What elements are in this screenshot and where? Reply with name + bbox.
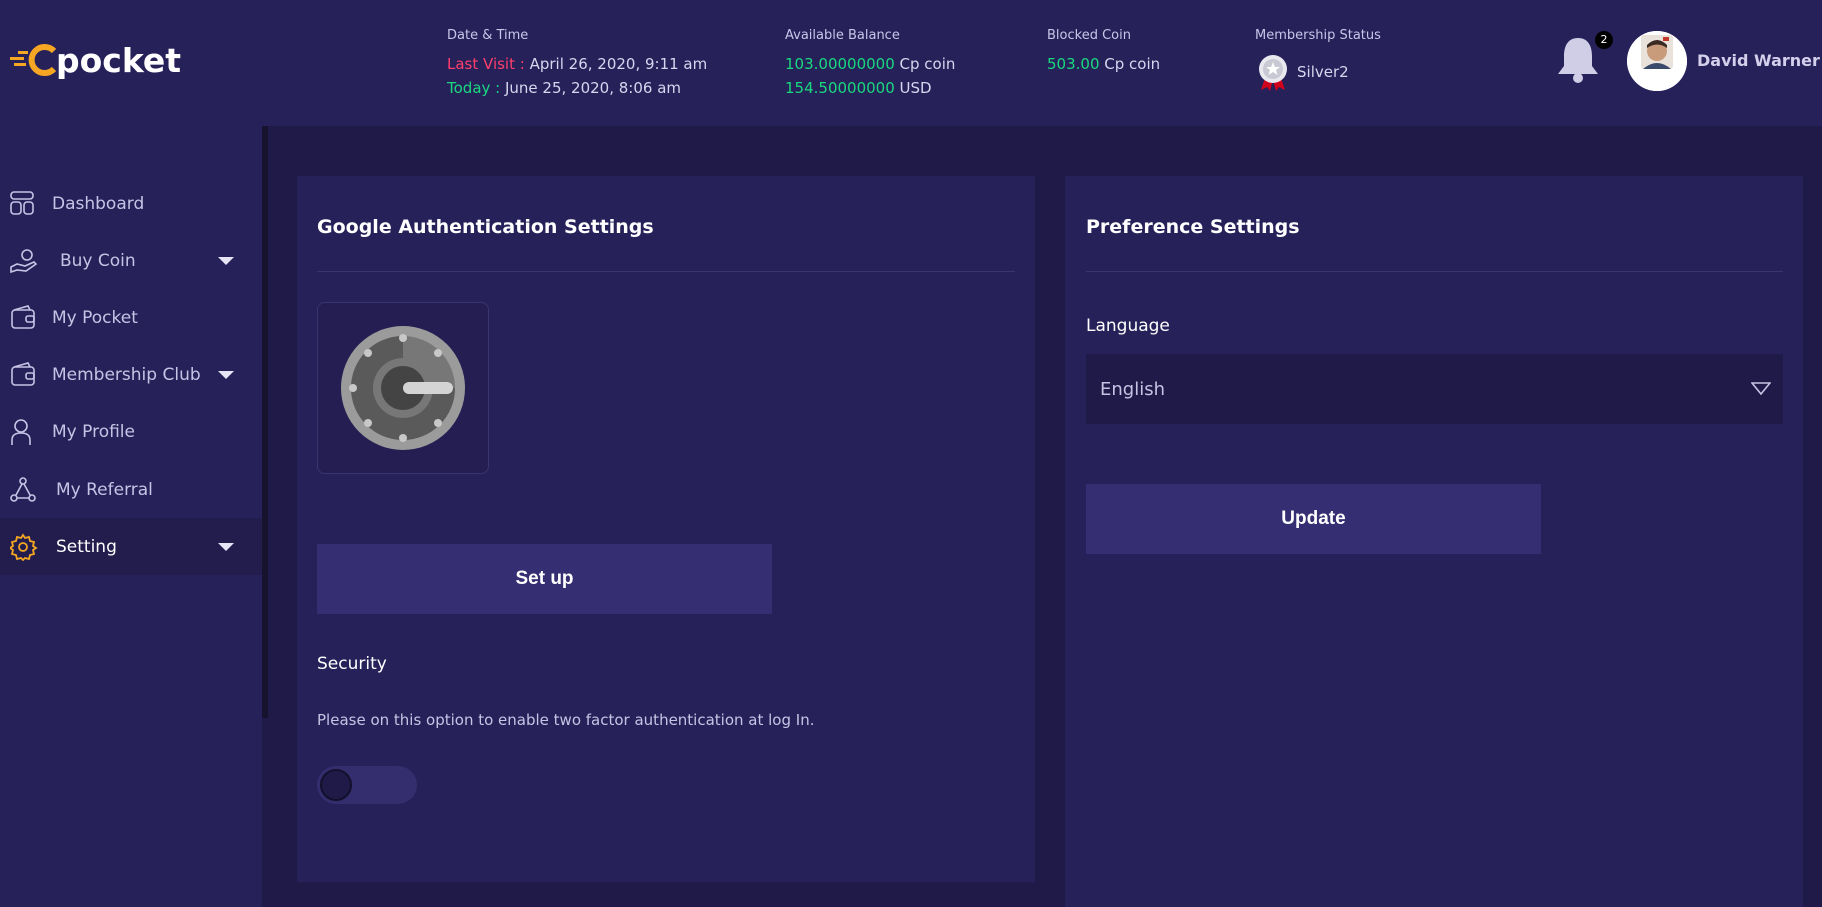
- sidebar: Dashboard Buy Coin My Pocket Membership …: [0, 126, 268, 907]
- balance-block: Available Balance 103.00000000 Cp coin 1…: [785, 28, 955, 100]
- chevron-down-icon[interactable]: [218, 542, 234, 551]
- divider: [1086, 271, 1783, 272]
- chevron-down-icon[interactable]: [218, 256, 234, 265]
- blocked-coin-block: Blocked Coin 503.00 Cp coin: [1047, 28, 1160, 76]
- gear-icon: [10, 532, 38, 561]
- usd-balance-amount: 154.50000000: [785, 79, 895, 97]
- sidebar-item-my-referral[interactable]: My Referral: [0, 461, 262, 518]
- chevron-down-icon: [1751, 382, 1771, 396]
- buy-coin-icon: [10, 248, 38, 273]
- language-select[interactable]: English: [1086, 354, 1783, 424]
- google-auth-title: Google Authentication Settings: [317, 216, 654, 238]
- divider: [317, 271, 1015, 272]
- logo-text: pocket: [56, 40, 182, 80]
- last-visit-value: April 26, 2020, 9:11 am: [529, 55, 708, 73]
- blocked-coin-label: Blocked Coin: [1047, 28, 1131, 43]
- today-label: Today :: [447, 79, 501, 97]
- sidebar-item-membership-club[interactable]: Membership Club: [0, 346, 262, 403]
- sidebar-item-dashboard[interactable]: Dashboard: [0, 175, 262, 232]
- datetime-label: Date & Time: [447, 28, 529, 43]
- sidebar-item-label: Membership Club: [52, 364, 201, 385]
- cp-balance-unit: Cp coin: [899, 55, 956, 73]
- sidebar-item-setting[interactable]: Setting: [0, 518, 268, 575]
- membership-block: Membership Status Silver2: [1255, 28, 1381, 92]
- wallet-icon: [11, 304, 35, 329]
- last-visit-label: Last Visit :: [447, 55, 525, 73]
- usd-balance-unit: USD: [899, 79, 932, 97]
- chevron-down-icon[interactable]: [218, 370, 234, 379]
- sidebar-item-label: Buy Coin: [60, 250, 136, 271]
- sidebar-item-my-pocket[interactable]: My Pocket: [0, 289, 262, 346]
- sidebar-item-label: Setting: [56, 536, 117, 557]
- user-icon: [11, 418, 31, 445]
- user-name[interactable]: David Warner: [1697, 51, 1820, 70]
- logo-mark-icon: [10, 44, 57, 76]
- toggle-knob: [320, 769, 352, 801]
- sidebar-item-label: My Profile: [52, 421, 135, 442]
- medal-icon: [1259, 55, 1287, 91]
- google-auth-card: Google Authentication Settings Set up Se…: [297, 176, 1035, 882]
- membership-label: Membership Status: [1255, 28, 1381, 43]
- app-root: pocket Date & Time Last Visit : April 26…: [0, 0, 1822, 907]
- membership-value: Silver2: [1297, 63, 1349, 81]
- security-description: Please on this option to enable two fact…: [317, 711, 815, 729]
- avatar[interactable]: [1627, 31, 1687, 91]
- cp-balance-amount: 103.00000000: [785, 55, 895, 73]
- logo[interactable]: pocket: [10, 40, 181, 80]
- membership-icon: [11, 361, 35, 386]
- notification-count-badge: 2: [1595, 31, 1613, 49]
- blocked-coin-amount: 503.00: [1047, 55, 1100, 73]
- preference-title: Preference Settings: [1086, 216, 1300, 238]
- preference-card: Preference Settings Language English Upd…: [1065, 176, 1803, 907]
- referral-icon: [10, 476, 36, 502]
- sidebar-item-buy-coin[interactable]: Buy Coin: [0, 232, 262, 289]
- update-button[interactable]: Update: [1086, 484, 1541, 554]
- membership-row: Silver2: [1255, 52, 1381, 92]
- sidebar-item-label: My Referral: [56, 479, 153, 500]
- language-selected-value: English: [1100, 378, 1165, 400]
- avatar-image: [1627, 31, 1687, 91]
- cp-balance-line: 103.00000000 Cp coin: [785, 52, 955, 76]
- today-value: June 25, 2020, 8:06 am: [504, 79, 682, 97]
- two-factor-toggle[interactable]: [317, 766, 417, 804]
- today-line: Today : June 25, 2020, 8:06 am: [447, 76, 707, 100]
- sidebar-item-label: Dashboard: [52, 193, 145, 214]
- language-label: Language: [1086, 316, 1170, 336]
- dashboard-icon: [10, 190, 34, 215]
- sidebar-item-label: My Pocket: [52, 307, 138, 328]
- usd-balance-line: 154.50000000 USD: [785, 76, 955, 100]
- sidebar-item-my-profile[interactable]: My Profile: [0, 403, 262, 460]
- setup-button[interactable]: Set up: [317, 544, 772, 614]
- top-header: pocket Date & Time Last Visit : April 26…: [0, 0, 1822, 126]
- datetime-block: Date & Time Last Visit : April 26, 2020,…: [447, 28, 707, 100]
- last-visit-line: Last Visit : April 26, 2020, 9:11 am: [447, 52, 707, 76]
- google-authenticator-logo: [317, 302, 489, 474]
- main-content: Google Authentication Settings Set up Se…: [268, 126, 1822, 907]
- blocked-coin-unit: Cp coin: [1104, 55, 1161, 73]
- authenticator-icon: [341, 326, 465, 450]
- blocked-coin-line: 503.00 Cp coin: [1047, 52, 1160, 76]
- security-label: Security: [317, 654, 387, 674]
- balance-label: Available Balance: [785, 28, 900, 43]
